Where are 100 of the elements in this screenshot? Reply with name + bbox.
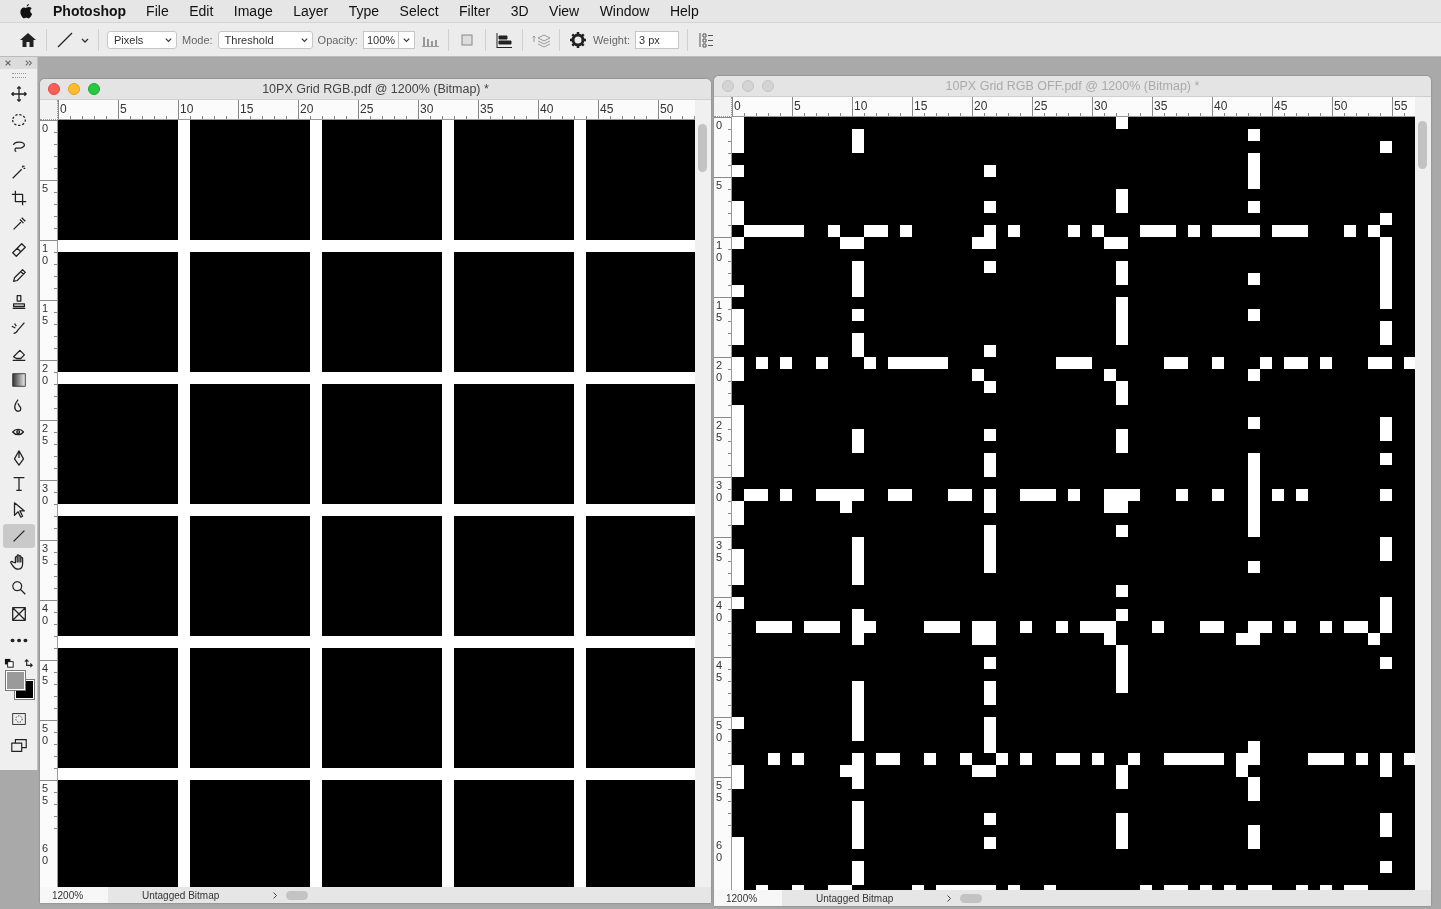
scrollbar-thumb[interactable] [698, 124, 707, 172]
apple-icon[interactable] [20, 3, 33, 19]
ruler-label: 30 [420, 103, 434, 115]
menu-item[interactable]: Layer [293, 3, 329, 19]
document-info: Untagged Bitmap [142, 889, 221, 901]
zoom-level-field[interactable]: 1200% [714, 890, 782, 906]
weight-field[interactable]: 3 px [635, 30, 680, 49]
app-menu[interactable]: Photoshop [53, 3, 127, 19]
ruler-label: 40 [716, 599, 724, 624]
ruler-label: 35 [1154, 100, 1168, 112]
foreground-color-swatch[interactable] [5, 671, 25, 690]
ruler-label: 25 [1034, 100, 1048, 112]
vertical-scrollbar[interactable] [695, 100, 711, 887]
scrollbar-thumb[interactable] [960, 893, 982, 903]
ruler-label: 45 [42, 662, 50, 687]
menu-item[interactable]: Edit [189, 3, 214, 19]
swap-colors-icon[interactable] [22, 658, 34, 669]
ruler-label: 25 [716, 419, 724, 444]
ruler-label: 10 [716, 239, 724, 264]
ruler-label: 60 [716, 839, 724, 864]
unit-dropdown[interactable]: Pixels [107, 30, 177, 49]
ruler-label: 0 [42, 122, 50, 135]
ruler-label: 55 [42, 782, 50, 807]
ruler-label: 5 [120, 103, 127, 115]
scrollbar-thumb[interactable] [1418, 121, 1427, 169]
ruler-label: 50 [1334, 100, 1348, 112]
ruler-label: 40 [1214, 100, 1228, 112]
menu-item[interactable]: Window [599, 3, 650, 19]
ruler-label: 10 [854, 100, 868, 112]
menu-item[interactable]: Type [348, 3, 380, 19]
caret-icon [164, 35, 173, 44]
marquee-icon [9, 111, 28, 129]
menu-item[interactable]: Filter [459, 3, 491, 19]
ruler-label: 20 [300, 103, 314, 115]
menu-item[interactable]: File [146, 3, 169, 19]
crop-icon [9, 189, 28, 207]
ruler-label: 60 [42, 842, 50, 867]
chevron-icon[interactable] [272, 890, 278, 900]
ruler-label: 5 [794, 100, 801, 112]
close-icon[interactable] [4, 59, 12, 67]
ruler-label: 0 [716, 119, 724, 132]
ruler-origin[interactable] [714, 97, 732, 117]
document-title: 10PX Grid RGB OFF.pdf @ 1200% (Bitmap) * [945, 79, 1200, 93]
quick-mask-icon [9, 710, 28, 728]
gradient-icon [9, 371, 28, 389]
default-colors-icon[interactable] [3, 658, 15, 669]
ruler-label: 0 [60, 103, 67, 115]
screen-mode-icon [9, 736, 28, 754]
ruler-label: 20 [716, 359, 724, 384]
ruler-label: 55 [716, 779, 724, 804]
ruler-label: 50 [660, 103, 674, 115]
close-window-button[interactable] [48, 83, 60, 95]
ruler-label: 45 [600, 103, 614, 115]
scrollbar-thumb[interactable] [286, 890, 308, 900]
bandage-icon [9, 241, 28, 259]
mode-dropdown[interactable]: Threshold [217, 30, 313, 49]
frame-icon [9, 605, 28, 623]
opacity-field[interactable]: 100% [362, 30, 399, 49]
ruler-label: 15 [240, 103, 254, 115]
ruler-label: 10 [42, 242, 50, 267]
caret-icon [401, 35, 411, 44]
ruler-label: 35 [42, 542, 50, 567]
ruler-label: 0 [734, 100, 741, 112]
weight-label: Weight: [592, 33, 631, 46]
ruler-label: 5 [42, 182, 50, 195]
ruler-label: 40 [42, 602, 50, 627]
menu-item[interactable]: Select [399, 3, 439, 19]
gear-icon[interactable] [567, 29, 588, 50]
ruler-origin[interactable] [40, 100, 58, 120]
menu-item[interactable]: View [549, 3, 580, 19]
ruler-label: 35 [716, 539, 724, 564]
ruler-label: 20 [42, 362, 50, 387]
ruler-label: 55 [1394, 100, 1408, 112]
ruler-label: 15 [914, 100, 928, 112]
ruler-label: 15 [42, 302, 50, 327]
ruler-label: 30 [716, 479, 724, 504]
ruler-label: 25 [360, 103, 374, 115]
ruler-label: 5 [716, 179, 724, 192]
ruler-label: 25 [42, 422, 50, 447]
caret-icon [299, 35, 309, 44]
document-title: 10PX Grid RGB.pdf @ 1200% (Bitmap) * [262, 82, 489, 96]
document-title-bar[interactable]: 10PX Grid RGB.pdf @ 1200% (Bitmap) * [40, 79, 711, 100]
ruler-label: 45 [716, 659, 724, 684]
move-icon [9, 85, 28, 103]
ruler-label: 10 [180, 103, 194, 115]
collapse-icon[interactable] [25, 59, 33, 67]
mode-label: Mode: [182, 33, 213, 46]
ruler-label: 45 [1274, 100, 1288, 112]
menu-item[interactable]: Image [233, 3, 273, 19]
document-info: Untagged Bitmap [816, 892, 895, 904]
menu-item[interactable]: Help [669, 3, 699, 19]
menu-item[interactable]: 3D [510, 3, 529, 19]
opacity-label: Opacity: [317, 33, 358, 46]
zoom-level-field[interactable]: 1200% [40, 887, 108, 903]
ruler-label: 35 [480, 103, 494, 115]
ruler-label: 50 [716, 719, 724, 744]
chevron-icon[interactable] [946, 893, 952, 903]
vertical-scrollbar[interactable] [1415, 97, 1431, 890]
ruler-label: 50 [42, 722, 50, 747]
ruler-label: 20 [974, 100, 988, 112]
